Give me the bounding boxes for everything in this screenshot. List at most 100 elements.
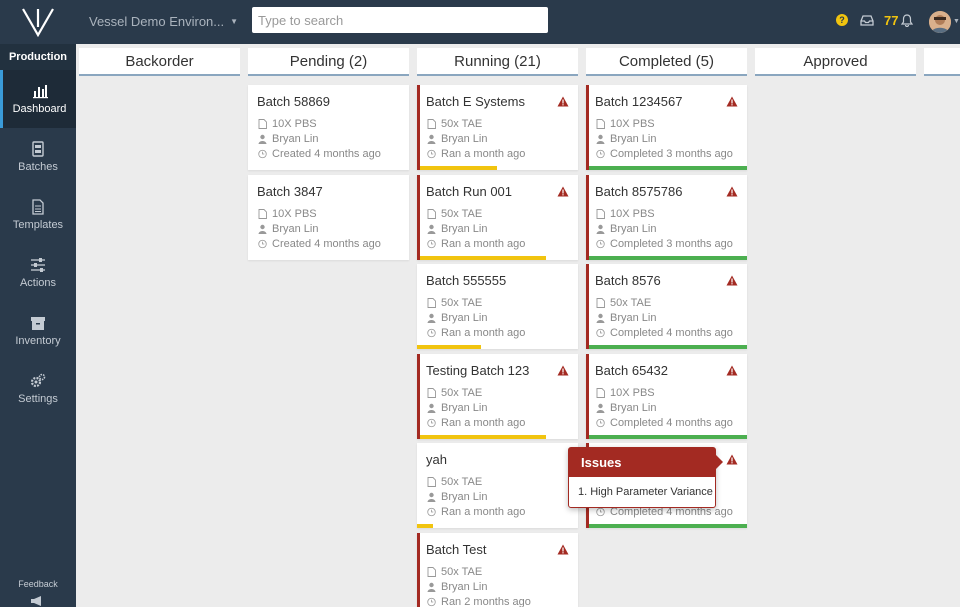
user-icon: [427, 134, 436, 144]
user-icon: [427, 492, 436, 502]
column-header[interactable]: Pending (2): [248, 48, 409, 76]
column-header[interactable]: Completed (5): [586, 48, 747, 76]
clock-icon: [427, 328, 436, 338]
vessel-logo[interactable]: [0, 0, 76, 44]
warning-icon[interactable]: [726, 96, 738, 107]
sidebar-item-label: Settings: [18, 393, 58, 405]
search-input[interactable]: [252, 7, 548, 33]
clock-icon: [596, 507, 605, 517]
clock-icon: [427, 239, 436, 248]
column-header[interactable]: Backorder: [79, 48, 240, 76]
owner-text: Bryan Lin: [441, 401, 488, 414]
status-text: Ran a month ago: [441, 148, 526, 160]
file-icon: [596, 208, 605, 219]
batch-owner: Bryan Lin: [596, 312, 656, 324]
file-icon: [258, 119, 267, 129]
user-icon: [596, 313, 605, 323]
progress-bar: [589, 255, 747, 260]
tooltip-title: Issues: [569, 448, 715, 477]
help-icon[interactable]: ?: [836, 14, 848, 26]
batch-title: Batch E Systems: [426, 94, 525, 109]
batch-card[interactable]: Batch 555555 50x TAE Bryan Lin Ran a month …: [417, 264, 578, 349]
file-icon: [427, 387, 436, 398]
batch-card[interactable]: Batch 8576 50x TAE Bryan Lin Completed 4 mo…: [586, 264, 747, 349]
owner-text: Bryan Lin: [610, 312, 657, 324]
warning-icon[interactable]: [557, 186, 569, 197]
notifications-button[interactable]: 77: [884, 13, 914, 28]
user-icon: [596, 134, 605, 144]
batch-title: Testing Batch 123: [426, 362, 530, 378]
sidebar-item-batches[interactable]: Batches: [0, 128, 76, 186]
clock-icon: [596, 418, 605, 427]
sidebar-item-inventory[interactable]: Inventory: [0, 302, 76, 360]
batch-card[interactable]: Batch 65432 10X PBS Bryan Lin Completed 4 m…: [586, 353, 747, 439]
sidebar-section-production[interactable]: Production: [0, 44, 76, 70]
status-text: Created 4 months ago: [272, 238, 381, 250]
batch-card[interactable]: yah 50x TAE Bryan Lin Ran a month ago: [417, 443, 578, 528]
sidebar-item-settings[interactable]: Settings: [0, 360, 76, 418]
sidebar-item-templates[interactable]: Templates: [0, 186, 76, 244]
sidebar-item-dashboard[interactable]: Dashboard: [0, 70, 76, 128]
user-avatar[interactable]: [929, 11, 951, 33]
recipe-text: 50x TAE: [441, 476, 483, 488]
file-icon: [258, 209, 267, 219]
file-icon: [596, 119, 605, 129]
owner-text: Bryan Lin: [441, 133, 488, 145]
clock-icon: [427, 507, 436, 517]
batch-status: Ran a month ago: [427, 238, 525, 250]
batch-card[interactable]: Batch 1234567 10X PBS Bryan Lin Completed 3…: [586, 85, 747, 170]
warning-icon[interactable]: [726, 365, 738, 376]
user-icon: [427, 224, 436, 234]
user-icon: [596, 224, 605, 234]
clock-icon: [596, 149, 605, 159]
batch-owner: Bryan Lin: [427, 491, 487, 503]
clock-icon: [427, 149, 436, 159]
recipe-text: 50x TAE: [441, 386, 483, 399]
inbox-icon[interactable]: [860, 13, 874, 27]
batch-card[interactable]: Batch Test 50x TAE Bryan Lin Ran 2 months a…: [417, 532, 578, 607]
batch-recipe: 50x TAE: [596, 297, 651, 309]
batch-recipe: 10X PBS: [596, 118, 655, 130]
user-icon: [427, 313, 436, 323]
warning-icon[interactable]: [726, 454, 738, 465]
clock-icon: [258, 239, 267, 249]
batch-card[interactable]: Batch 8575786 10X PBS Bryan Lin Completed 3…: [586, 174, 747, 260]
owner-text: Bryan Lin: [441, 222, 488, 235]
recipe-text: 50x TAE: [441, 118, 483, 130]
column-header[interactable]: [924, 48, 960, 76]
batch-card[interactable]: Testing Batch 123 50x TAE Bryan Lin Ran a m…: [417, 353, 578, 439]
warning-icon[interactable]: [557, 544, 569, 555]
batch-card[interactable]: Batch Run 001 50x TAE Bryan Lin Ran a month…: [417, 174, 578, 260]
file-icon: [427, 119, 436, 129]
recipe-text: 50x TAE: [441, 207, 483, 220]
status-text: Ran a month ago: [441, 237, 526, 250]
batch-card[interactable]: Batch 58869 10X PBS Bryan Lin Created 4 …: [248, 85, 409, 170]
batches-icon: [32, 141, 44, 157]
megaphone-icon[interactable]: [30, 595, 44, 607]
batch-owner: Bryan Lin: [258, 223, 318, 235]
batch-status: Ran a month ago: [427, 506, 525, 518]
batch-card[interactable]: Batch 3847 10X PBS Bryan Lin Created 4 m…: [248, 175, 409, 260]
warning-icon[interactable]: [557, 96, 569, 107]
sidebar-item-actions[interactable]: Actions: [0, 244, 76, 302]
progress-bar: [589, 524, 747, 528]
warning-icon[interactable]: [557, 365, 569, 376]
owner-text: Bryan Lin: [610, 401, 657, 414]
environment-selector[interactable]: Vessel Demo Environ... ▼: [89, 14, 238, 29]
avatar-chevron-down-icon[interactable]: ▼: [953, 18, 960, 25]
batch-recipe: 10X PBS: [258, 118, 317, 130]
status-text: Completed 3 months ago: [610, 237, 733, 250]
column-header[interactable]: Running (21): [417, 48, 578, 76]
feedback-link[interactable]: Feedback: [0, 579, 76, 589]
clock-icon: [596, 328, 605, 338]
batch-status: Created 4 months ago: [258, 148, 381, 160]
user-icon: [596, 403, 605, 413]
owner-text: Bryan Lin: [610, 222, 657, 235]
warning-icon[interactable]: [726, 186, 738, 197]
clock-icon: [596, 239, 605, 248]
batch-card[interactable]: Batch E Systems 50x TAE Bryan Lin Ran a mon…: [417, 85, 578, 170]
warning-icon[interactable]: [726, 275, 738, 286]
column-header[interactable]: Approved: [755, 48, 916, 76]
batch-owner: Bryan Lin: [427, 312, 487, 324]
column-next-partial: [924, 48, 960, 76]
